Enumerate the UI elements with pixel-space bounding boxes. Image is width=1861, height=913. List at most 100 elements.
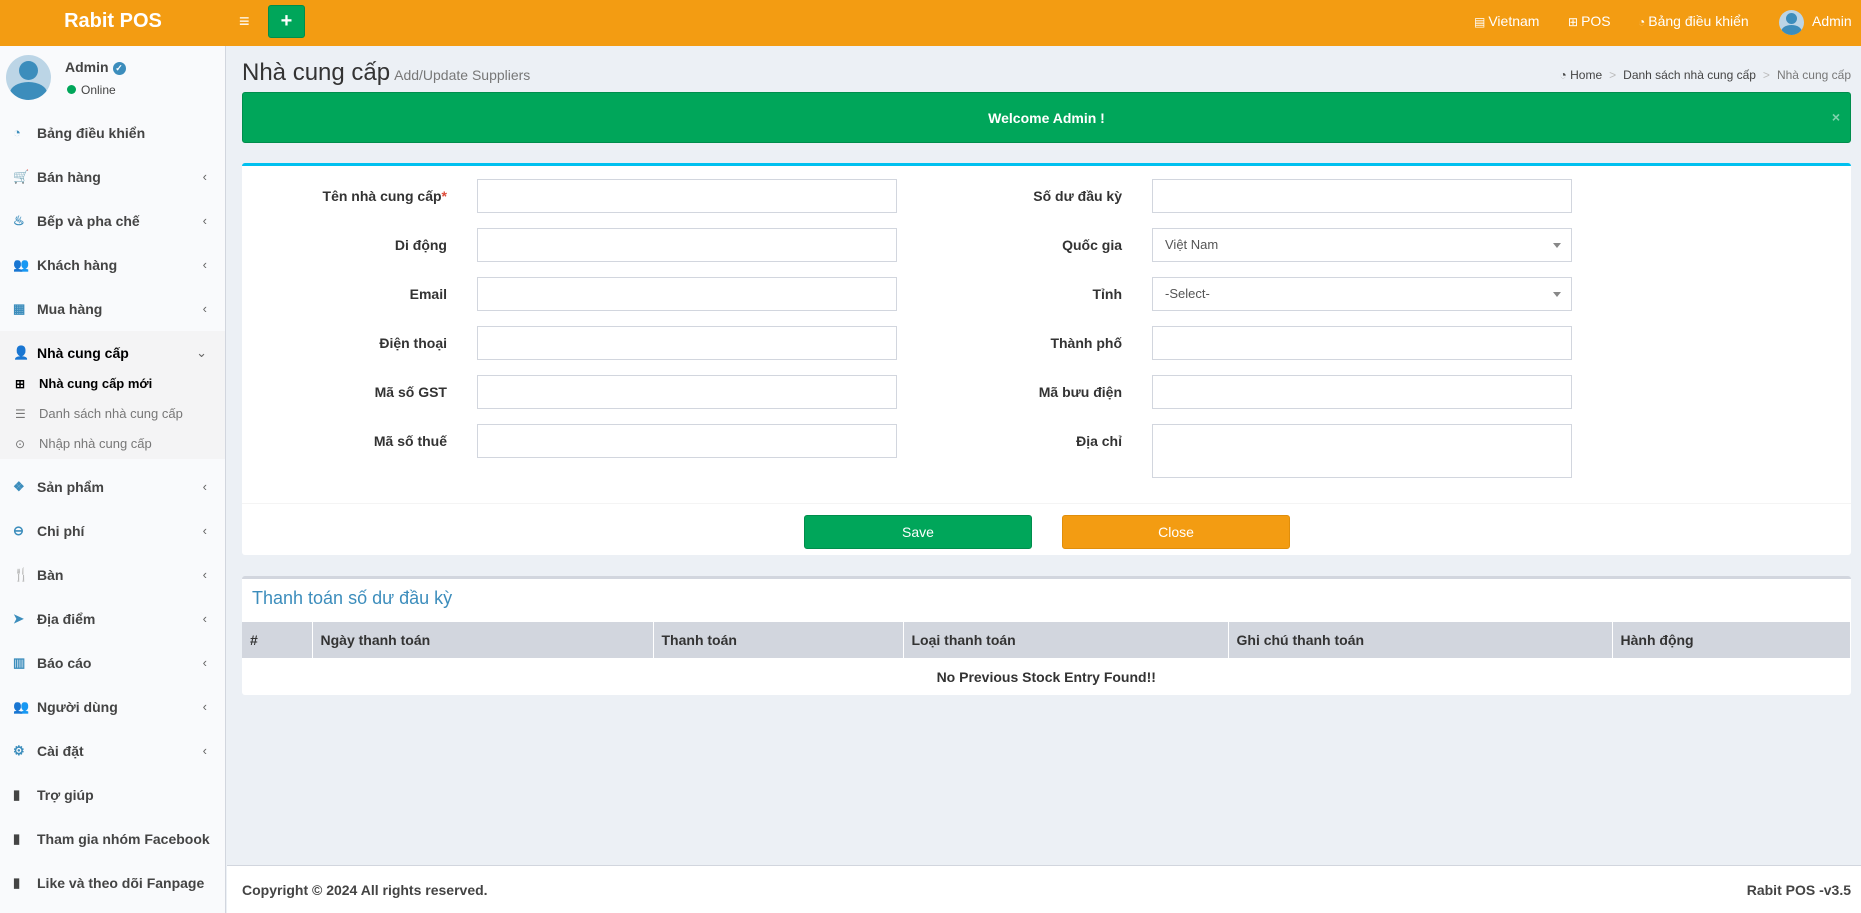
submenu-label: Nhập nhà cung cấp [39, 436, 152, 451]
province-select[interactable]: -Select- [1152, 277, 1572, 311]
page-subtitle: Add/Update Suppliers [394, 67, 531, 83]
tax-id-label: Mã số thuế [373, 433, 447, 449]
city-input[interactable] [1152, 326, 1572, 360]
supplier-submenu: ⊞ Nhà cung cấp mới ☰ Danh sách nhà cung cấ… [0, 369, 225, 459]
sidebar-item-users[interactable]: 👥 Người dùng ‹ [0, 685, 225, 729]
column-header: Ngày thanh toán [312, 622, 654, 658]
column-header: Thanh toán [653, 622, 904, 658]
sidebar-item-label: Mua hàng [37, 301, 103, 317]
minus-circle-icon: ⊖ [13, 523, 24, 538]
payments-table: # Ngày thanh toán Thanh toán Loại thanh … [242, 622, 1851, 696]
country-selected-value: Việt Nam [1165, 237, 1219, 252]
book-icon: ▮ [13, 787, 21, 802]
briefcase-icon: ▮ [13, 831, 21, 846]
online-dot-icon [67, 85, 76, 94]
country-select[interactable]: Việt Nam [1152, 228, 1572, 262]
user-menu[interactable]: Admin [1779, 0, 1852, 42]
dashboard-label: Bảng điều khiển [1648, 13, 1749, 29]
phone-input[interactable] [477, 326, 897, 360]
user-plus-icon: 👤 [13, 345, 30, 360]
supplier-name-input[interactable] [477, 179, 897, 213]
arrow-circle-icon: ⊙ [15, 437, 26, 451]
chevron-left-icon: ‹ [202, 213, 207, 228]
sidebar-item-suppliers[interactable]: 👤 Nhà cung cấp ⌄ [0, 331, 225, 375]
tax-id-input[interactable] [477, 424, 897, 458]
submenu-item-supplier-list[interactable]: ☰ Danh sách nhà cung cấp [0, 399, 225, 429]
sidebar-item-dashboard[interactable]: ◔ Bảng điều khiển [0, 111, 225, 155]
sidebar-toggle-icon[interactable]: ≡ [239, 12, 250, 30]
plus-square-icon: ⊞ [1568, 15, 1579, 29]
column-header: Hành động [1612, 622, 1851, 658]
sidebar-item-sales[interactable]: 🛒 Bán hàng ‹ [0, 155, 225, 199]
breadcrumb-supplier-list[interactable]: Danh sách nhà cung cấp [1623, 68, 1756, 82]
sidebar-item-purchases[interactable]: ▦ Mua hàng ‹ [0, 287, 225, 331]
sidebar-item-label: Chi phí [37, 523, 85, 539]
users-icon: 👥 [13, 699, 30, 714]
chevron-left-icon: ‹ [202, 479, 207, 494]
phone-label: Điện thoại [379, 335, 447, 351]
sidebar-item-label: Báo cáo [37, 655, 92, 671]
sidebar-item-expenses[interactable]: ⊖ Chi phí ‹ [0, 509, 225, 553]
briefcase-icon: ▮ [13, 875, 21, 890]
breadcrumb-separator: > [1609, 68, 1617, 82]
sidebar-item-label: Trợ giúp [37, 787, 94, 803]
chevron-left-icon: ‹ [202, 301, 207, 316]
app-logo[interactable]: Rabit POS [0, 0, 226, 46]
city-label: Thành phố [1050, 335, 1122, 351]
language-menu[interactable]: ▤ Vietnam [1474, 0, 1539, 42]
opening-balance-label: Số dư đầu kỳ [1033, 188, 1122, 204]
sidebar-item-settings[interactable]: ⚙ Cài đặt ‹ [0, 729, 225, 773]
table-header-row: # Ngày thanh toán Thanh toán Loại thanh … [242, 622, 1851, 658]
sidebar-item-reports[interactable]: ▥ Báo cáo ‹ [0, 641, 225, 685]
bar-chart-icon: ▥ [13, 655, 26, 670]
chevron-left-icon: ‹ [202, 523, 207, 538]
user-name-text: Admin [65, 59, 109, 75]
breadcrumb-separator: > [1762, 68, 1770, 82]
email-label: Email [409, 286, 447, 302]
close-button[interactable]: Close [1062, 515, 1290, 549]
submenu-item-import-supplier[interactable]: ⊙ Nhập nhà cung cấp [0, 429, 225, 459]
alert-message: Welcome Admin ! [988, 110, 1105, 126]
gst-input[interactable] [477, 375, 897, 409]
sidebar-item-facebook-group[interactable]: ▮ Tham gia nhóm Facebook [0, 817, 225, 861]
breadcrumb-home[interactable]: Home [1570, 68, 1602, 82]
sidebar-item-label: Nhà cung cấp [37, 345, 129, 361]
pos-link[interactable]: ⊞ POS [1568, 0, 1611, 42]
users-icon: 👥 [13, 257, 30, 272]
page-footer: Copyright © 2024 All rights reserved. Ra… [227, 865, 1861, 913]
email-input[interactable] [477, 277, 897, 311]
sidebar-item-locations[interactable]: ➤ Địa điểm ‹ [0, 597, 225, 641]
save-button[interactable]: Save [804, 515, 1032, 549]
sidebar-item-label: Khách hàng [37, 257, 118, 273]
submenu-label: Danh sách nhà cung cấp [39, 406, 183, 421]
address-textarea[interactable] [1152, 424, 1572, 478]
dropdown-caret-icon [1553, 243, 1561, 248]
province-label: Tỉnh [1092, 286, 1122, 302]
sidebar-item-tables[interactable]: 🍴 Bàn ‹ [0, 553, 225, 597]
dashboard-link[interactable]: ◔ Bảng điều khiển [1638, 0, 1749, 42]
welcome-alert: Welcome Admin ! × [242, 92, 1851, 143]
language-label: Vietnam [1488, 13, 1540, 29]
payments-title: Thanh toán số dư đầu kỳ [252, 588, 453, 608]
postal-code-input[interactable] [1152, 375, 1572, 409]
opening-balance-input[interactable] [1152, 179, 1572, 213]
version-text: Rabit POS -v3.5 [1746, 882, 1851, 898]
add-new-button[interactable]: + [268, 5, 305, 38]
sidebar-item-label: Tham gia nhóm Facebook [37, 831, 210, 847]
sidebar-user-name: Admin ✓ [65, 59, 126, 75]
column-header: Ghi chú thanh toán [1228, 622, 1613, 658]
breadcrumb-current: Nhà cung cấp [1776, 68, 1851, 82]
close-icon[interactable]: × [1832, 93, 1840, 142]
required-marker: * [441, 188, 447, 204]
mobile-input[interactable] [477, 228, 897, 262]
sidebar-item-customers[interactable]: 👥 Khách hàng ‹ [0, 243, 225, 287]
sidebar-item-help[interactable]: ▮ Trợ giúp [0, 773, 225, 817]
submenu-label: Nhà cung cấp mới [39, 376, 153, 391]
user-menu-label: Admin [1812, 13, 1852, 29]
sidebar-item-products[interactable]: ❖ Sản phẩm ‹ [0, 465, 225, 509]
sidebar-item-kitchen[interactable]: ♨ Bếp và pha chế ‹ [0, 199, 225, 243]
sidebar-item-fanpage[interactable]: ▮ Like và theo dõi Fanpage [0, 861, 225, 905]
page-title-text: Nhà cung cấp [242, 59, 391, 86]
dashboard-icon: ◔ [1559, 68, 1571, 82]
cart-icon: 🛒 [13, 169, 30, 184]
